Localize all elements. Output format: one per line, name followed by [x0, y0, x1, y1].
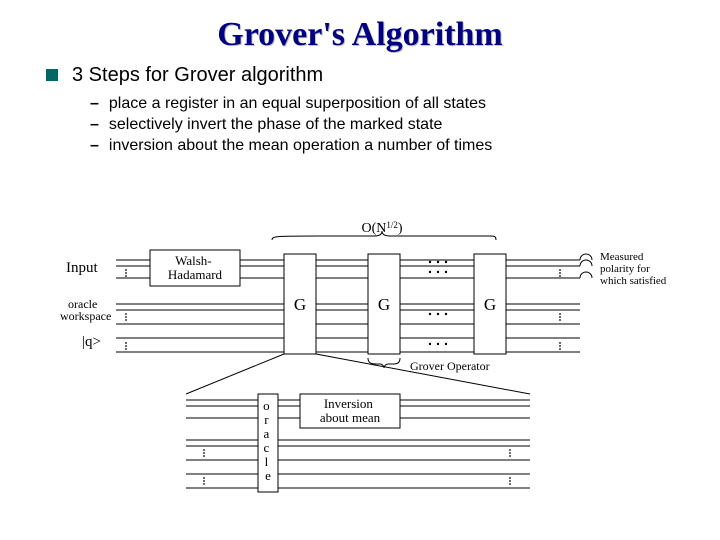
slide-title: Grover's Algorithm	[0, 0, 720, 64]
walsh-hadamard-box: Walsh- Hadamard	[168, 253, 223, 282]
g-box: G	[294, 295, 306, 314]
grover-operator-label: Grover Operator	[410, 359, 490, 373]
g-box: G	[378, 295, 390, 314]
dash-icon: –	[90, 116, 99, 134]
bullet-text: 3 Steps for Grover algorithm	[72, 64, 323, 87]
q-register-label: |q>	[82, 334, 101, 350]
oracle-workspace-label: oracle workspace	[60, 297, 111, 323]
sub-bullet-text: selectively invert the phase of the mark…	[109, 116, 443, 134]
complexity-close: )	[398, 221, 403, 236]
square-bullet-icon	[46, 69, 58, 81]
dash-icon: –	[90, 137, 99, 155]
sub-bullet-text: place a register in an equal superpositi…	[109, 95, 486, 113]
inversion-box: Inversion about mean	[320, 396, 381, 425]
g-box: G	[484, 295, 496, 314]
bullet-level1: 3 Steps for Grover algorithm	[46, 64, 720, 87]
bullet-level2: – inversion about the mean operation a n…	[90, 137, 720, 155]
complexity-exp: 1/2	[386, 220, 398, 230]
sub-bullet-text: inversion about the mean operation a num…	[109, 137, 492, 155]
input-label: Input	[66, 260, 98, 276]
bullet-level2: – place a register in an equal superposi…	[90, 95, 720, 113]
bullet-level2: – selectively invert the phase of the ma…	[90, 116, 720, 134]
content-area: 3 Steps for Grover algorithm – place a r…	[0, 64, 720, 155]
circuit-diagram: O(N1/2) Input oracle workspace |q> Walsh…	[60, 218, 680, 508]
dash-icon: –	[90, 95, 99, 113]
measured-label: Measured polarity for which satisfied	[600, 251, 667, 287]
